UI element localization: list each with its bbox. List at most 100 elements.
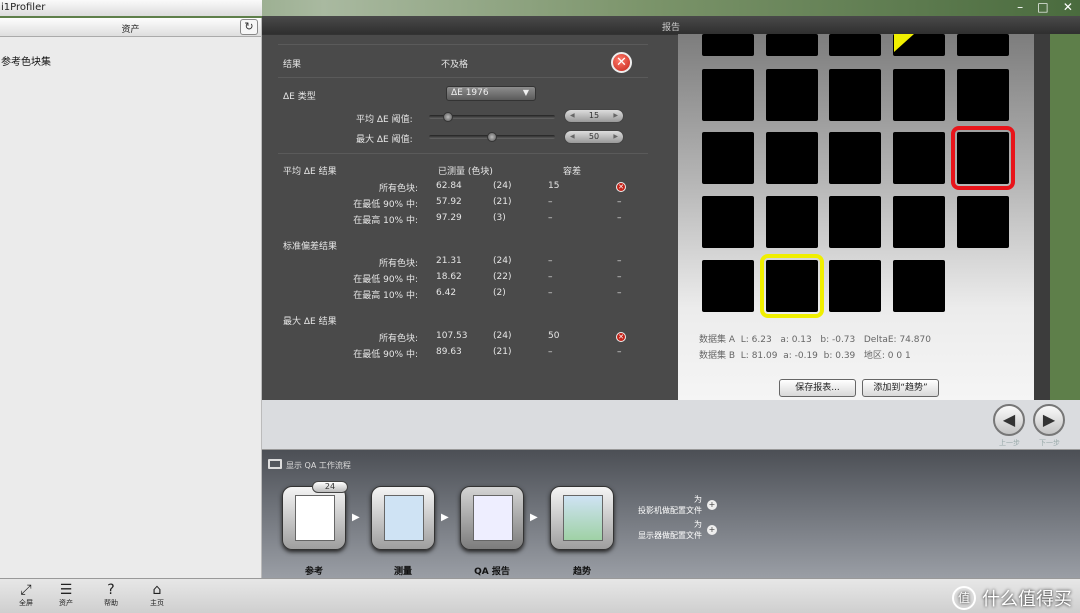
vertical-scrollbar[interactable] [1034, 34, 1050, 400]
stage-trend[interactable] [550, 486, 614, 550]
row-tolerance: – [548, 197, 553, 207]
save-report-button[interactable]: 保存报表... [779, 379, 856, 397]
color-swatch[interactable] [893, 196, 945, 248]
color-swatch[interactable] [766, 69, 818, 121]
prev-button[interactable]: ◀ [993, 404, 1025, 436]
row-status: – [617, 347, 622, 357]
next-button[interactable]: ▶ [1033, 404, 1065, 436]
color-swatch[interactable] [702, 260, 754, 312]
divider [278, 153, 648, 154]
color-swatch[interactable] [702, 34, 754, 56]
close-icon[interactable]: ✕ [1063, 0, 1073, 14]
row-status: – [617, 197, 622, 207]
add-icon[interactable]: + [707, 500, 717, 510]
stage-reference[interactable] [282, 486, 346, 550]
color-swatch[interactable] [957, 196, 1009, 248]
refresh-icon[interactable]: ↻ [240, 19, 258, 35]
stage-label: QA 报告 [474, 567, 510, 577]
group-title: 标准偏差结果 [283, 242, 338, 252]
color-swatch[interactable] [702, 132, 754, 184]
delta-e-type-select[interactable]: ΔE 1976 ▼ [446, 86, 536, 101]
reference-patch-set-label: 参考色块集 [1, 57, 51, 68]
decrement-icon[interactable]: ◀ [570, 131, 575, 143]
row-tolerance: – [548, 347, 553, 357]
arrow-right-icon: ▶ [352, 512, 360, 523]
fullscreen-label: 全屏 [19, 599, 33, 607]
arrow-right-icon: ▶ [530, 512, 538, 523]
color-swatch[interactable] [893, 260, 945, 312]
color-swatch[interactable] [957, 69, 1009, 121]
stage-measure[interactable] [371, 486, 435, 550]
color-swatch[interactable] [702, 69, 754, 121]
maximize-icon[interactable]: □ [1037, 0, 1048, 14]
dataset-a-label: 数据集 A [699, 335, 736, 345]
color-swatch[interactable] [893, 69, 945, 121]
color-swatch[interactable] [957, 34, 1009, 56]
color-swatch[interactable] [829, 34, 881, 56]
row-count: (21) [493, 347, 512, 357]
max-threshold-stepper[interactable]: ◀ 50 ▶ [564, 130, 624, 144]
row-status: – [617, 272, 622, 282]
stage-qa-report[interactable] [460, 486, 524, 550]
row-label: 所有色块: [378, 259, 418, 269]
add-to-trend-button[interactable]: 添加到“趋势” [862, 379, 939, 397]
color-swatch[interactable] [702, 196, 754, 248]
dataset-b-row: 数据集 B L: 81.09 a: -0.19 b: 0.39 地区: 0 0 … [699, 348, 911, 361]
row-count: (3) [493, 213, 506, 223]
max-threshold-label: 最大 ΔE 阈值: [356, 135, 413, 145]
fail-icon: ✕ [616, 332, 626, 342]
color-swatch[interactable] [766, 196, 818, 248]
color-swatch[interactable] [893, 132, 945, 184]
color-swatch[interactable] [829, 260, 881, 312]
prev-label: 上一步 [999, 439, 1020, 447]
max-threshold-slider-handle[interactable] [487, 132, 497, 142]
row-tolerance: – [548, 213, 553, 223]
swatch-panel: 数据集 A L: 6.23 a: 0.13 b: -0.73 DeltaE: 7… [678, 34, 1034, 400]
row-tolerance: 50 [548, 331, 560, 341]
row-status: – [617, 213, 622, 223]
color-swatch[interactable] [829, 196, 881, 248]
option-line: 为 [694, 495, 702, 504]
color-swatch[interactable] [829, 132, 881, 184]
add-icon[interactable]: + [707, 525, 717, 535]
row-tolerance: 15 [548, 181, 560, 191]
monitor-icon [268, 459, 282, 469]
dataset-b-region: 地区: 0 0 1 [863, 351, 911, 361]
delta-e-type-label: ΔE 类型 [283, 92, 316, 102]
increment-icon[interactable]: ▶ [613, 131, 618, 143]
row-value: 6.42 [436, 288, 457, 298]
assets-label: 资产 [59, 599, 73, 607]
row-count: (24) [493, 181, 512, 191]
row-status: – [617, 288, 622, 298]
dataset-b-b: b: 0.39 [823, 351, 856, 361]
assets-sidebar: 资产 ↻ 参考色块集 [0, 18, 262, 578]
profile-projector-option[interactable]: 为投影机做配置文件 [626, 494, 702, 516]
help-button[interactable]: ? 帮助 [93, 583, 129, 608]
decrement-icon[interactable]: ◀ [570, 110, 575, 122]
watermark-logo: 值 [952, 586, 976, 610]
increment-icon[interactable]: ▶ [613, 110, 618, 122]
assets-header-label: 资产 [121, 25, 140, 35]
fail-icon: ✕ [616, 182, 626, 192]
minimize-icon[interactable]: – [1017, 0, 1023, 14]
results-panel: 结果 不及格 ✕ ΔE 类型 ΔE 1976 ▼ 平均 ΔE 阈值: ◀ 15 ▶ 最… [262, 34, 678, 400]
fail-icon: ✕ [611, 52, 632, 73]
divider [278, 44, 648, 45]
profile-display-option[interactable]: 为显示器做配置文件 [626, 519, 702, 541]
color-swatch[interactable] [766, 132, 818, 184]
color-swatch[interactable] [829, 69, 881, 121]
measured-column-header: 已测量 (色块) [438, 167, 493, 177]
dataset-a-L: L: 6.23 [740, 335, 772, 345]
avg-threshold-stepper[interactable]: ◀ 15 ▶ [564, 109, 624, 123]
assets-button[interactable]: ☰ 资产 [48, 583, 84, 608]
avg-threshold-slider-handle[interactable] [442, 112, 453, 122]
bottom-toolbar: ⤢ 全屏 ☰ 资产 ? 帮助 ⌂ 主页 值什么值得买 [0, 578, 1080, 613]
max-threshold-value: 50 [588, 132, 600, 141]
color-swatch[interactable] [766, 34, 818, 56]
home-button[interactable]: ⌂ 主页 [139, 583, 175, 608]
selected-swatch-yellow[interactable] [760, 254, 824, 318]
display-icon [384, 495, 424, 541]
fullscreen-button[interactable]: ⤢ 全屏 [8, 583, 44, 608]
row-value: 62.84 [436, 181, 462, 191]
selected-swatch-red[interactable] [951, 126, 1015, 190]
